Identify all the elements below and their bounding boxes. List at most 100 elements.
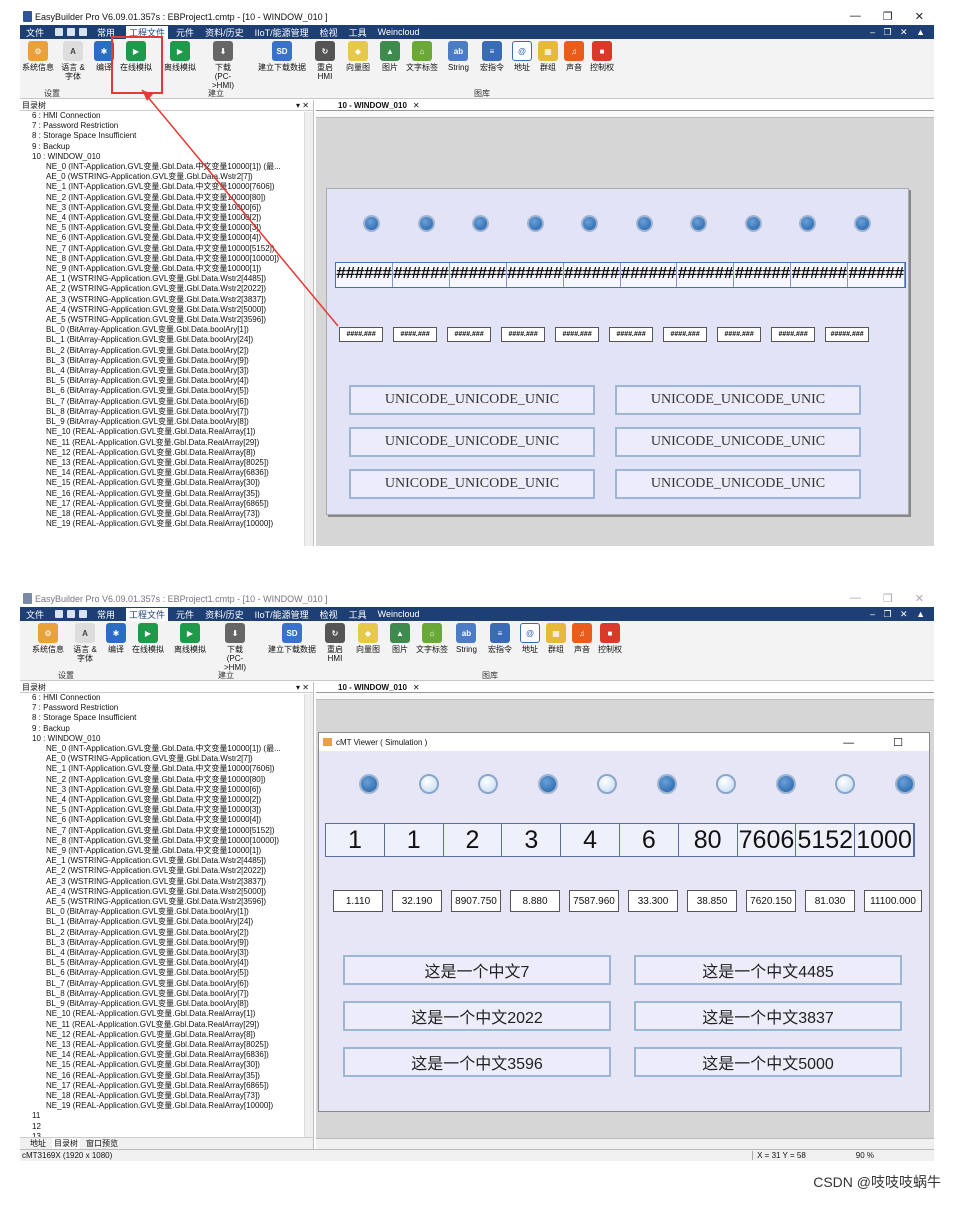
restart-hmi-button[interactable]: ↻ 重启 HMI: [315, 41, 335, 81]
text-tag-button[interactable]: ⌂ 文字标签: [416, 623, 448, 654]
tree-item-object[interactable]: AE_5 (WSTRING-Application.GVL变量.Gbl.Data…: [24, 315, 313, 325]
tree-item-object[interactable]: BL_6 (BitArray-Application.GVL变量.Gbl.Dat…: [24, 968, 313, 978]
tab-close-icon[interactable]: ✕: [413, 101, 420, 110]
tree-item-object[interactable]: NE_14 (REAL-Application.GVL变量.Gbl.Data.R…: [24, 468, 313, 478]
tab-tree[interactable]: 目录树: [52, 1138, 80, 1149]
string-button[interactable]: ab String: [456, 623, 477, 654]
language-font-button[interactable]: A 语言 & 字体: [72, 623, 98, 663]
tree-item-object[interactable]: NE_1 (INT-Application.GVL变量.Gbl.Data.中文变…: [24, 182, 313, 192]
sound-button[interactable]: ♫ 声音: [572, 623, 592, 654]
menu-project[interactable]: 工程文件: [126, 607, 169, 621]
tree-scrollbar[interactable]: [304, 694, 313, 1137]
string-display[interactable]: UNICODE_UNICODE_UNIC: [349, 385, 595, 415]
tree-item-object[interactable]: NE_8 (INT-Application.GVL变量.Gbl.Data.中文变…: [24, 254, 313, 264]
menu-data-history[interactable]: 资料/历史: [205, 26, 244, 39]
tree-item-object[interactable]: NE_7 (INT-Application.GVL变量.Gbl.Data.中文变…: [24, 244, 313, 254]
tree-item[interactable]: 11: [24, 1111, 313, 1121]
menu-window-controls[interactable]: – ❐ ✕ ▲: [870, 609, 928, 620]
restart-hmi-button[interactable]: ↻ 重启 HMI: [325, 623, 345, 663]
string-display[interactable]: UNICODE_UNICODE_UNIC: [615, 427, 861, 457]
bit-lamp[interactable]: [744, 215, 762, 232]
redo-icon[interactable]: [79, 610, 88, 618]
tree-item[interactable]: 6 : HMI Connection: [24, 693, 313, 703]
bit-lamp[interactable]: [635, 215, 653, 232]
tree-item-object[interactable]: BL_7 (BitArray-Application.GVL变量.Gbl.Dat…: [24, 397, 313, 407]
viewer-window-controls[interactable]: — ☐: [843, 736, 921, 749]
menu-weincloud[interactable]: Weincloud: [378, 609, 420, 619]
tree-item-object[interactable]: NE_5 (INT-Application.GVL变量.Gbl.Data.中文变…: [24, 805, 313, 815]
bit-lamp[interactable]: [417, 215, 435, 232]
tree-item-object[interactable]: NE_19 (REAL-Application.GVL变量.Gbl.Data.R…: [24, 519, 313, 529]
tree-item-object[interactable]: BL_3 (BitArray-Application.GVL变量.Gbl.Dat…: [24, 356, 313, 366]
tree-item-object[interactable]: NE_4 (INT-Application.GVL变量.Gbl.Data.中文变…: [24, 213, 313, 223]
menu-objects[interactable]: 元件: [176, 26, 194, 39]
bit-lamp-on[interactable]: [716, 774, 736, 794]
string-display[interactable]: 这是一个中文4485: [634, 955, 902, 985]
close-button[interactable]: ✕: [915, 592, 924, 605]
tree-item-object[interactable]: BL_8 (BitArray-Application.GVL变量.Gbl.Dat…: [24, 407, 313, 417]
zoom-level[interactable]: 90 %: [856, 1151, 874, 1160]
system-info-button[interactable]: ⚙ 系统信息: [32, 623, 64, 654]
tree-item-object[interactable]: NE_12 (REAL-Application.GVL变量.Gbl.Data.R…: [24, 448, 313, 458]
tree-item-object[interactable]: AE_2 (WSTRING-Application.GVL变量.Gbl.Data…: [24, 284, 313, 294]
tree-item-object[interactable]: NE_11 (REAL-Application.GVL变量.Gbl.Data.R…: [24, 1020, 313, 1030]
panel-close-icon[interactable]: ▾ ✕: [296, 683, 309, 692]
tree-item-object[interactable]: BL_8 (BitArray-Application.GVL变量.Gbl.Dat…: [24, 989, 313, 999]
menu-file[interactable]: 文件: [26, 26, 44, 39]
offline-simulation-button[interactable]: ▶ 离线模拟: [174, 623, 206, 654]
undo-icon[interactable]: [67, 610, 76, 618]
save-icon[interactable]: [55, 28, 64, 36]
menu-weincloud[interactable]: Weincloud: [378, 27, 420, 37]
bit-lamp-off[interactable]: [656, 774, 677, 794]
tree-item-window-010[interactable]: 10 : WINDOW_010: [24, 734, 313, 744]
tree-item-window-010[interactable]: 10 : WINDOW_010: [24, 152, 313, 162]
undo-icon[interactable]: [67, 28, 76, 36]
tree-item-object[interactable]: AE_1 (WSTRING-Application.GVL变量.Gbl.Data…: [24, 274, 313, 284]
system-info-button[interactable]: ⚙ 系统信息: [22, 41, 54, 72]
tree-item-object[interactable]: NE_7 (INT-Application.GVL变量.Gbl.Data.中文变…: [24, 826, 313, 836]
tree-item-object[interactable]: AE_4 (WSTRING-Application.GVL变量.Gbl.Data…: [24, 887, 313, 897]
group-button[interactable]: ▦ 群组: [546, 623, 566, 654]
build-download-data-button[interactable]: SD 建立下载数据: [268, 623, 316, 654]
tree-item-object[interactable]: NE_11 (REAL-Application.GVL变量.Gbl.Data.R…: [24, 438, 313, 448]
tree-item-object[interactable]: BL_4 (BitArray-Application.GVL变量.Gbl.Dat…: [24, 948, 313, 958]
tab-window-010[interactable]: 10 - WINDOW_010: [338, 683, 407, 692]
offline-simulation-button[interactable]: ▶ 离线模拟: [164, 41, 196, 72]
tree-item-object[interactable]: BL_2 (BitArray-Application.GVL变量.Gbl.Dat…: [24, 928, 313, 938]
text-tag-button[interactable]: ⌂ 文字标签: [406, 41, 438, 72]
menu-common[interactable]: 常用: [97, 608, 115, 621]
address-button[interactable]: @ 地址: [520, 623, 540, 654]
maximize-button[interactable]: ❐: [883, 592, 893, 605]
tree-item[interactable]: 8 : Storage Space Insufficient: [24, 713, 313, 723]
close-button[interactable]: ✕: [915, 10, 924, 23]
tree-item-object[interactable]: AE_0 (WSTRING-Application.GVL变量.Gbl.Data…: [24, 172, 313, 182]
tree-item-object[interactable]: NE_8 (INT-Application.GVL变量.Gbl.Data.中文变…: [24, 836, 313, 846]
tree-item-object[interactable]: NE_6 (INT-Application.GVL变量.Gbl.Data.中文变…: [24, 233, 313, 243]
tree-item-object[interactable]: NE_13 (REAL-Application.GVL变量.Gbl.Data.R…: [24, 1040, 313, 1050]
build-download-data-button[interactable]: SD 建立下载数据: [258, 41, 306, 72]
tree-item[interactable]: 8 : Storage Space Insufficient: [24, 131, 313, 141]
tree-item-object[interactable]: AE_0 (WSTRING-Application.GVL变量.Gbl.Data…: [24, 754, 313, 764]
tree-item-object[interactable]: NE_3 (INT-Application.GVL变量.Gbl.Data.中文变…: [24, 785, 313, 795]
tree-item-object[interactable]: BL_2 (BitArray-Application.GVL变量.Gbl.Dat…: [24, 346, 313, 356]
vector-button[interactable]: ◆ 向量图: [346, 41, 370, 72]
tree-item-object[interactable]: NE_9 (INT-Application.GVL变量.Gbl.Data.中文变…: [24, 264, 313, 274]
picture-button[interactable]: ▲ 图片: [380, 41, 400, 72]
tree-item-object[interactable]: NE_1 (INT-Application.GVL变量.Gbl.Data.中文变…: [24, 764, 313, 774]
tree-item[interactable]: 7 : Password Restriction: [24, 703, 313, 713]
menu-tools[interactable]: 工具: [349, 26, 367, 39]
tree-item-object[interactable]: NE_17 (REAL-Application.GVL变量.Gbl.Data.R…: [24, 499, 313, 509]
download-button[interactable]: ⬇ 下载 (PC->HMI): [218, 623, 252, 672]
bit-lamp[interactable]: [581, 215, 598, 232]
tree-item-object[interactable]: AE_5 (WSTRING-Application.GVL变量.Gbl.Data…: [24, 897, 313, 907]
string-display[interactable]: UNICODE_UNICODE_UNIC: [615, 469, 861, 499]
tree-item-object[interactable]: NE_14 (REAL-Application.GVL变量.Gbl.Data.R…: [24, 1050, 313, 1060]
tree-item[interactable]: 12: [24, 1122, 313, 1132]
bit-lamp-on[interactable]: [597, 774, 617, 794]
online-simulation-button[interactable]: ▶ 在线模拟: [132, 623, 164, 654]
tree-item-object[interactable]: NE_3 (INT-Application.GVL变量.Gbl.Data.中文变…: [24, 203, 313, 213]
tree-item-object[interactable]: NE_18 (REAL-Application.GVL变量.Gbl.Data.R…: [24, 509, 313, 519]
sound-button[interactable]: ♫ 声音: [564, 41, 584, 72]
macro-button[interactable]: ≡ 宏指令: [488, 623, 512, 654]
minimize-button[interactable]: —: [850, 10, 861, 23]
